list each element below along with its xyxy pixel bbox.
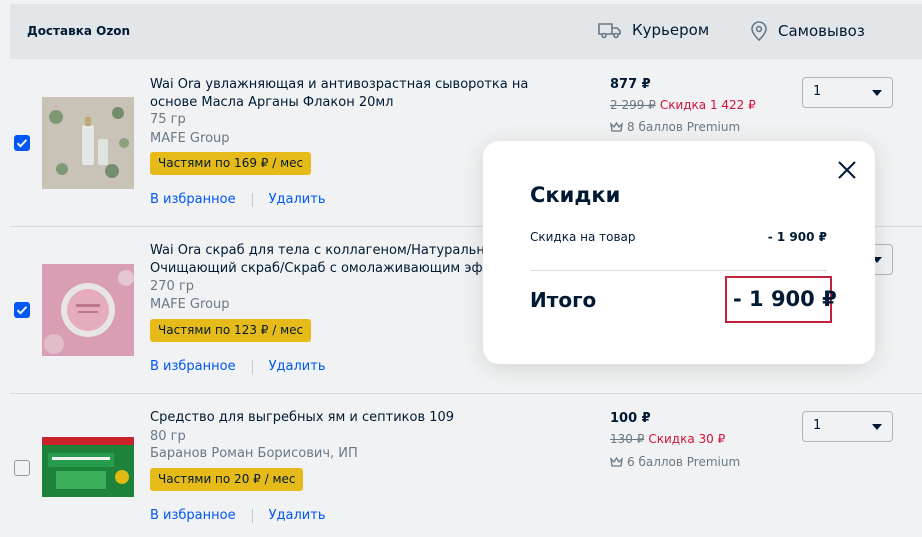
close-icon	[838, 161, 856, 179]
modal-divider	[530, 270, 827, 271]
cart-page: Доставка Ozon Курьером Самовывоз Wai Ora…	[0, 0, 922, 537]
modal-title: Скидки	[530, 183, 621, 207]
close-button[interactable]	[837, 160, 857, 180]
discounts-modal: Скидки Скидка на товар - 1 900 ₽ Итого -…	[483, 141, 875, 364]
product-discount-value: - 1 900 ₽	[767, 230, 827, 244]
total-value: - 1 900 ₽	[733, 287, 837, 311]
product-discount-label: Скидка на товар	[530, 230, 636, 244]
total-label: Итого	[530, 288, 597, 312]
